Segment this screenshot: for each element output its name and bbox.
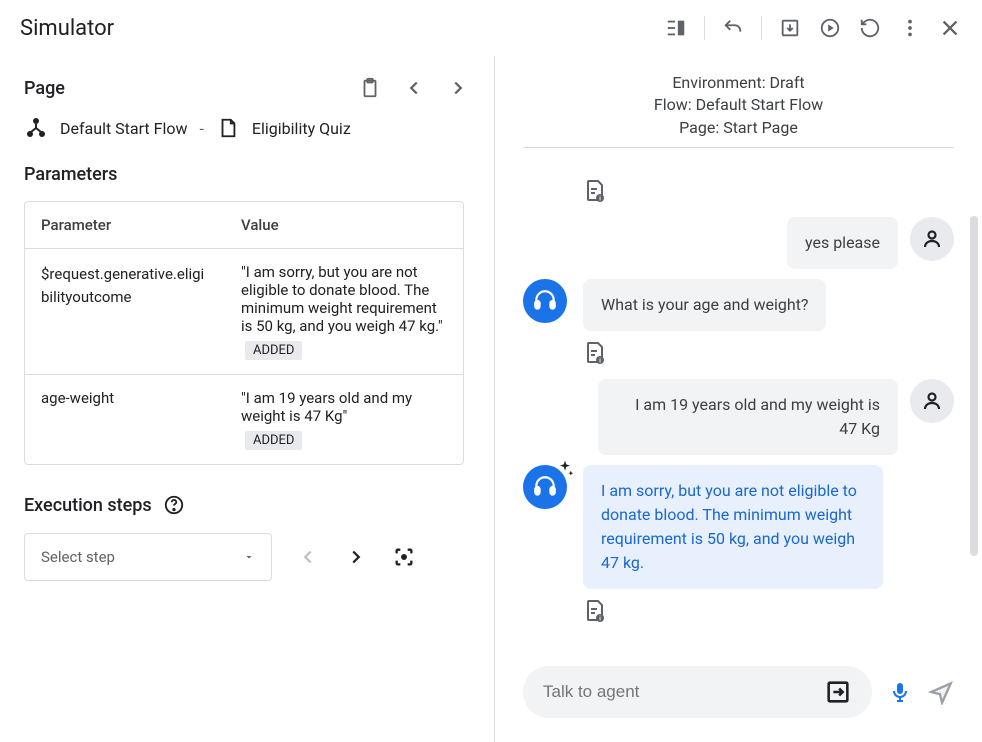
play-icon[interactable] bbox=[818, 16, 842, 40]
transcript-icon[interactable]: i bbox=[583, 599, 607, 623]
breadcrumb-separator: - bbox=[200, 119, 204, 138]
chevron-left-icon[interactable] bbox=[402, 76, 426, 100]
chat-input[interactable] bbox=[543, 682, 824, 702]
transcript-icon[interactable]: i bbox=[583, 341, 607, 365]
user-bubble: I am 19 years old and my weight is 47 Kg bbox=[598, 379, 898, 455]
focus-icon[interactable] bbox=[392, 545, 416, 569]
right-panel: Environment: Draft Flow: Default Start F… bbox=[494, 56, 982, 742]
parameters-table: Parameter Value $request.generative.elig… bbox=[24, 201, 464, 465]
table-row: $request.generative.eligibilityoutcome "… bbox=[25, 249, 463, 375]
select-placeholder: Select step bbox=[41, 548, 115, 566]
transcript-icon-row: i bbox=[523, 179, 954, 203]
mic-icon[interactable] bbox=[888, 680, 912, 704]
breadcrumb-flow[interactable]: Default Start Flow bbox=[60, 119, 188, 138]
breadcrumb: Default Start Flow - Eligibility Quiz bbox=[24, 116, 470, 140]
flow-icon bbox=[24, 116, 48, 140]
app-title: Simulator bbox=[20, 16, 114, 41]
agent-avatar-icon bbox=[523, 279, 567, 323]
help-icon[interactable] bbox=[162, 493, 186, 517]
chat-input-container[interactable] bbox=[523, 666, 872, 718]
page-section-title: Page bbox=[24, 78, 65, 99]
topbar-actions bbox=[664, 16, 962, 40]
divider bbox=[704, 16, 705, 40]
send-icon[interactable] bbox=[928, 679, 954, 705]
user-bubble: yes please bbox=[787, 217, 898, 269]
param-key: $request.generative.eligibilityoutcome bbox=[25, 249, 225, 374]
reset-icon[interactable] bbox=[858, 16, 882, 40]
left-panel: Page Default Start Flow - bbox=[0, 56, 494, 742]
topbar: Simulator bbox=[0, 0, 982, 56]
undo-icon[interactable] bbox=[721, 16, 745, 40]
step-next-icon[interactable] bbox=[344, 545, 368, 569]
chat-cutoff bbox=[523, 147, 954, 167]
transcript-icon-row: i bbox=[523, 599, 954, 623]
breadcrumb-page[interactable]: Eligibility Quiz bbox=[252, 119, 351, 138]
agent-avatar-sparkle-icon bbox=[523, 465, 567, 509]
added-badge: ADDED bbox=[245, 341, 302, 360]
transcript-icon-row: i bbox=[523, 341, 954, 365]
col-header-parameter: Parameter bbox=[25, 202, 225, 248]
execution-steps-title: Execution steps bbox=[24, 495, 152, 516]
divider bbox=[761, 16, 762, 40]
env-page: Page: Start Page bbox=[495, 117, 982, 139]
chat-container[interactable]: i yes please What is your age and weight… bbox=[495, 147, 982, 650]
col-header-value: Value bbox=[225, 202, 463, 248]
parameters-title: Parameters bbox=[24, 164, 470, 185]
message-agent: What is your age and weight? bbox=[523, 279, 954, 331]
env-environment: Environment: Draft bbox=[495, 72, 982, 94]
clipboard-icon[interactable] bbox=[358, 76, 382, 100]
transcript-icon[interactable]: i bbox=[583, 179, 607, 203]
page-icon bbox=[216, 116, 240, 140]
param-value: "I am 19 years old and my weight is 47 K… bbox=[225, 375, 463, 464]
added-badge: ADDED bbox=[245, 431, 302, 450]
table-row: age-weight "I am 19 years old and my wei… bbox=[25, 375, 463, 464]
message-user: I am 19 years old and my weight is 47 Kg bbox=[523, 379, 954, 455]
user-avatar-icon bbox=[910, 379, 954, 423]
save-icon[interactable] bbox=[778, 16, 802, 40]
environment-info: Environment: Draft Flow: Default Start F… bbox=[495, 56, 982, 147]
close-icon[interactable] bbox=[938, 16, 962, 40]
param-value: "I am sorry, but you are not eligible to… bbox=[225, 249, 463, 374]
table-header-row: Parameter Value bbox=[25, 202, 463, 249]
step-prev-icon[interactable] bbox=[296, 545, 320, 569]
input-bar bbox=[495, 650, 982, 742]
chevron-right-icon[interactable] bbox=[446, 76, 470, 100]
message-agent-highlight: I am sorry, but you are not eligible to … bbox=[523, 465, 954, 589]
agent-highlight-bubble: I am sorry, but you are not eligible to … bbox=[583, 465, 883, 589]
panel-toggle-icon[interactable] bbox=[664, 16, 688, 40]
sparkle-icon bbox=[555, 459, 575, 479]
agent-bubble: What is your age and weight? bbox=[583, 279, 826, 331]
user-avatar-icon bbox=[910, 217, 954, 261]
env-flow: Flow: Default Start Flow bbox=[495, 94, 982, 116]
dropdown-arrow-icon bbox=[243, 551, 255, 563]
param-key: age-weight bbox=[25, 375, 225, 464]
message-user: yes please bbox=[523, 217, 954, 269]
scrollbar[interactable] bbox=[970, 216, 978, 556]
submit-inline-icon[interactable] bbox=[824, 678, 852, 706]
select-step-dropdown[interactable]: Select step bbox=[24, 533, 272, 581]
more-icon[interactable] bbox=[898, 16, 922, 40]
